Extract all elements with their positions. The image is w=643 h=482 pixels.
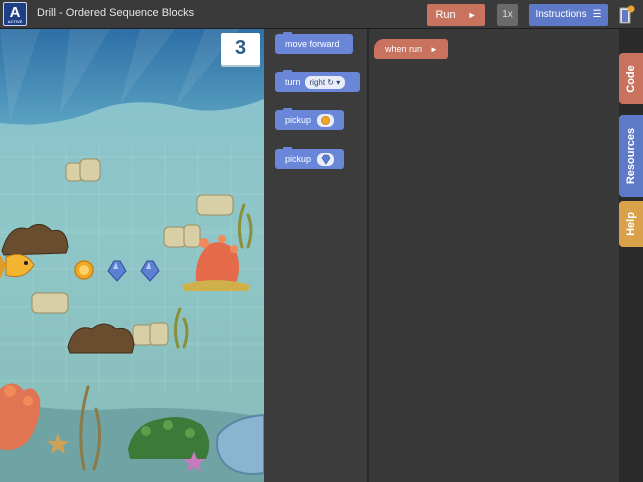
play-arrow-icon: ► [430, 45, 438, 54]
exit-door-icon[interactable] [617, 5, 635, 25]
tab-code[interactable]: Code [619, 53, 643, 104]
turn-direction-value: right ↻ [309, 78, 335, 88]
coin-token [317, 114, 335, 128]
chevron-down-icon: ▾ [336, 78, 341, 88]
turn-direction-dropdown[interactable]: right ↻ ▾ [304, 76, 346, 90]
palette-block-pickup-coin[interactable]: pickup [275, 108, 344, 130]
tab-resources-label: Resources [625, 127, 637, 185]
instructions-button[interactable]: Instructions ☰ [529, 4, 608, 26]
block-palette: move forward turn right ↻ ▾ pickup pickup [264, 29, 368, 482]
palette-block-pickup-gem[interactable]: pickup [275, 147, 344, 169]
coin-icon [321, 116, 331, 126]
menu-icon: ☰ [592, 9, 602, 20]
page-title: Drill - Ordered Sequence Blocks [37, 7, 195, 19]
block-label: move forward [285, 39, 340, 49]
gem-icon [321, 154, 331, 165]
code-workspace[interactable]: when run ► [369, 29, 619, 482]
tab-resources[interactable]: Resources [619, 115, 643, 197]
play-arrow-icon: ► [467, 10, 477, 20]
block-label: pickup [285, 154, 312, 164]
move-counter: 3 [221, 33, 260, 65]
gem-token [317, 153, 335, 167]
run-button[interactable]: Run ► [427, 4, 485, 26]
block-label: pickup [285, 115, 312, 125]
tab-help-label: Help [625, 212, 637, 236]
palette-block-turn[interactable]: turn right ↻ ▾ [275, 70, 360, 92]
app-logo: A ACTIVE [3, 2, 27, 26]
game-stage: 3 [0, 29, 264, 482]
event-block-label: when run [385, 44, 423, 54]
underwater-scene [0, 29, 264, 482]
logo-subtext: ACTIVE [7, 19, 23, 24]
speed-button[interactable]: 1x [497, 4, 518, 26]
instructions-button-label: Instructions [535, 9, 587, 20]
palette-block-move-forward[interactable]: move forward [275, 32, 353, 54]
tab-code-label: Code [625, 64, 637, 93]
top-bar: A ACTIVE Drill - Ordered Sequence Blocks… [0, 0, 643, 29]
tab-help[interactable]: Help [619, 201, 643, 247]
run-button-label: Run [435, 9, 456, 21]
block-label: turn [285, 77, 301, 87]
when-run-block[interactable]: when run ► [374, 39, 448, 59]
